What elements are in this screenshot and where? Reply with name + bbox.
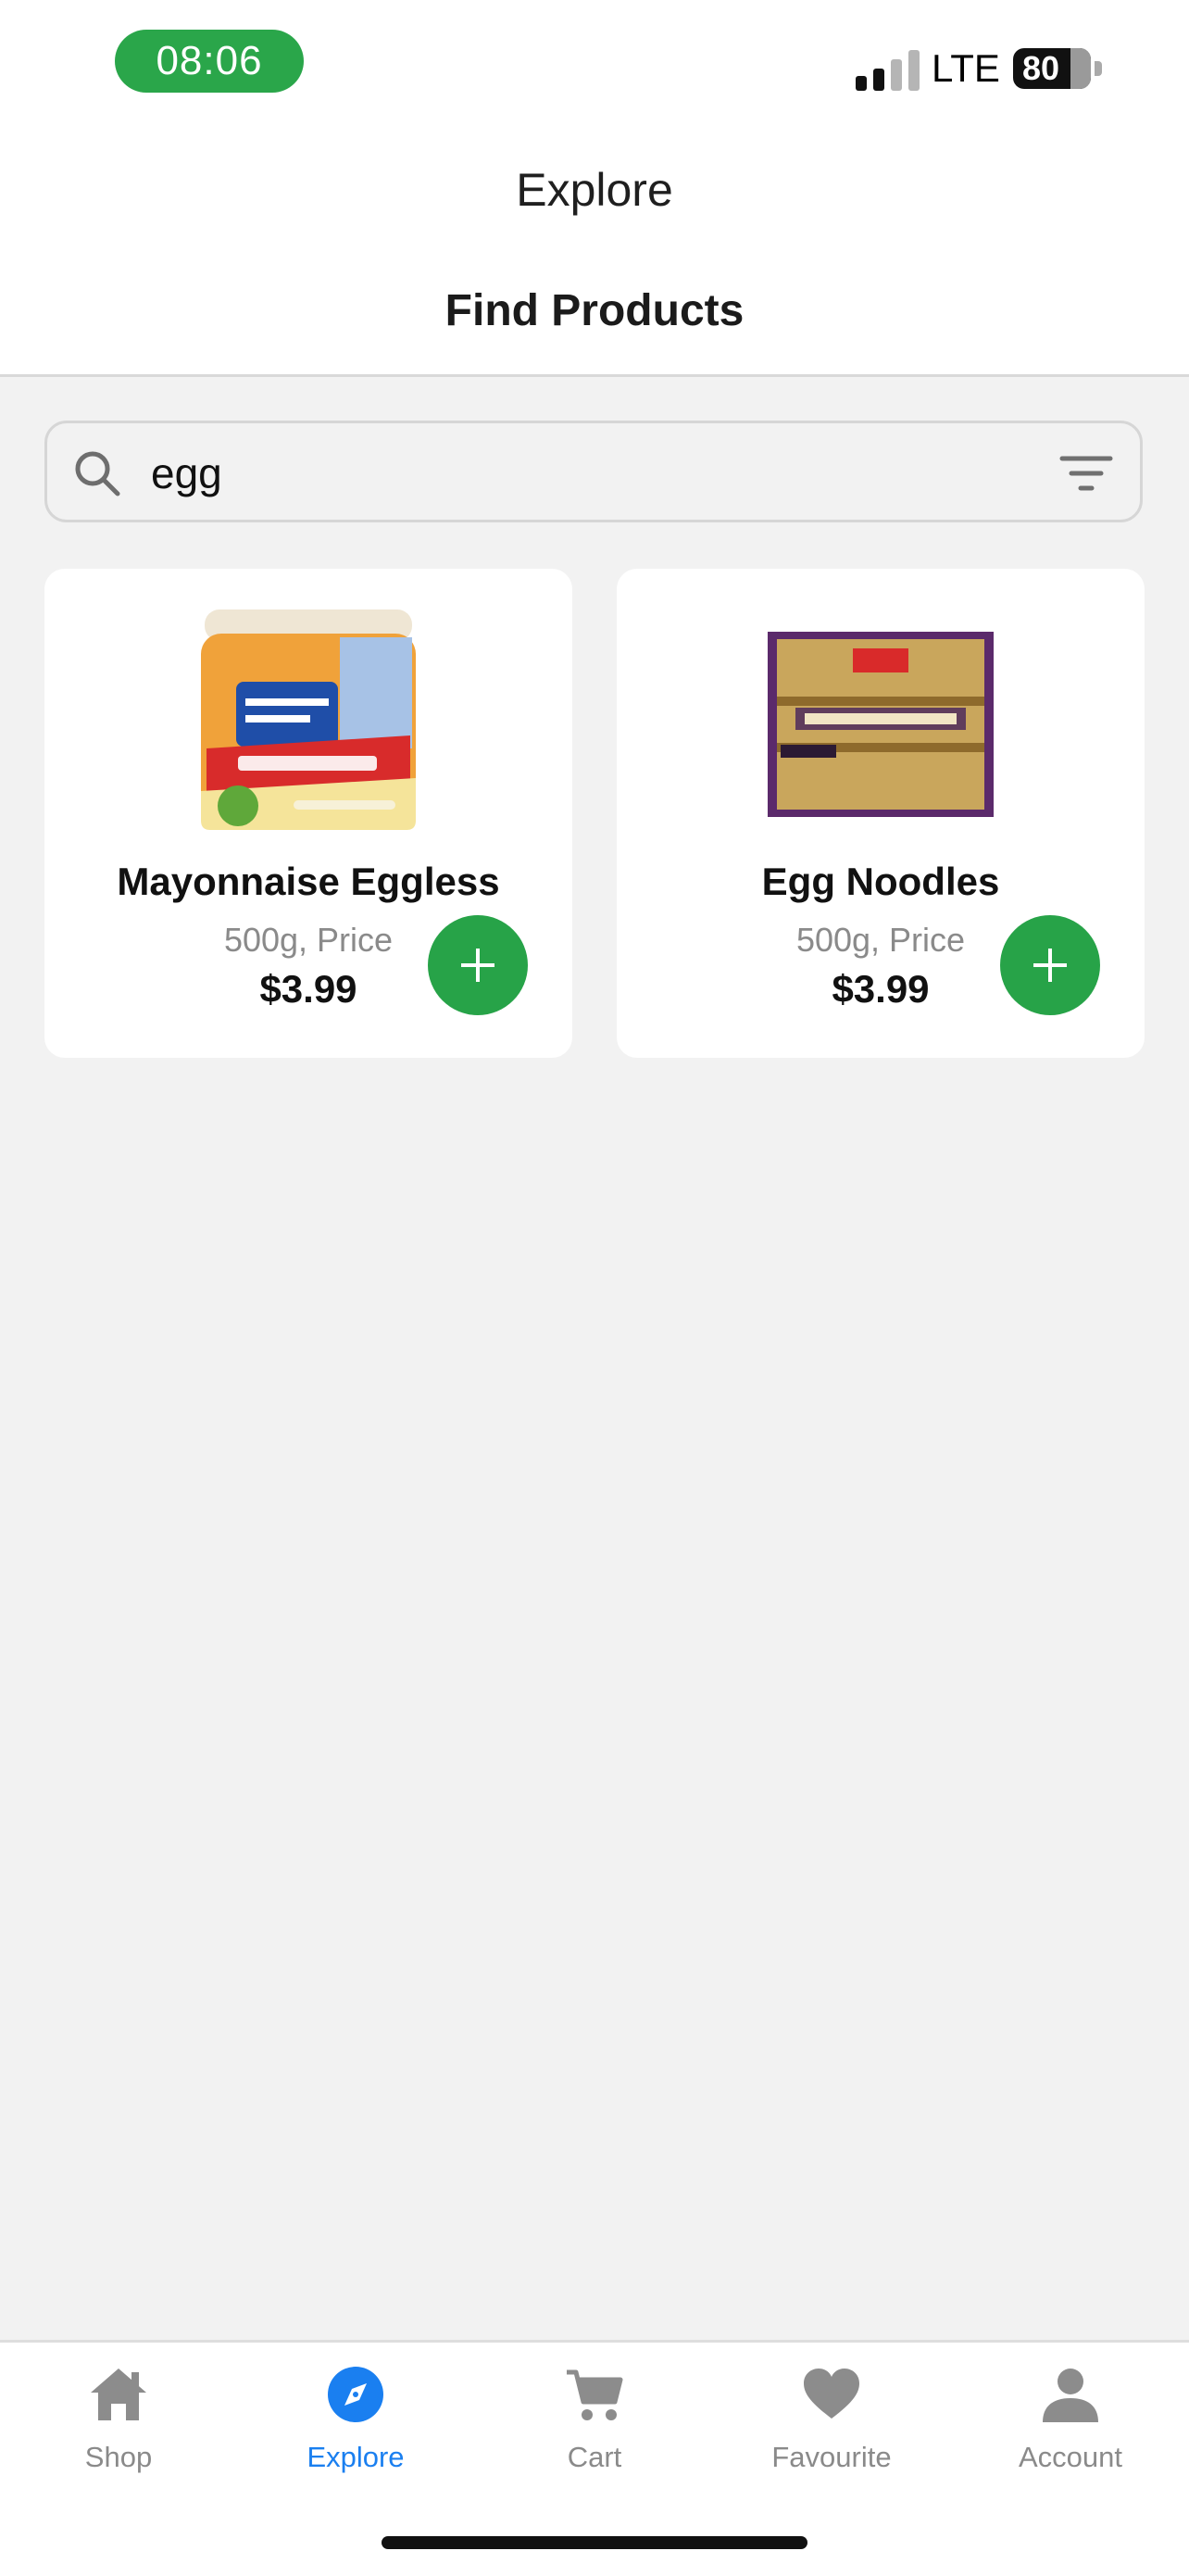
home-icon [91,2369,146,2420]
tab-cart[interactable]: Cart [476,2343,713,2491]
search-bar[interactable] [44,421,1143,522]
battery-cap [1095,61,1102,76]
add-to-cart-button[interactable] [1000,915,1100,1015]
cart-icon [567,2369,623,2420]
tab-favourite[interactable]: Favourite [713,2343,950,2491]
search-input[interactable] [149,440,986,507]
person-icon [1043,2369,1098,2422]
mayonnaise-jar-image [201,609,416,830]
battery-empty-segment [1070,48,1091,89]
tab-label: Cart [567,2441,622,2473]
heart-icon [804,2369,859,2419]
signal-icon [856,50,920,91]
battery-indicator: 80 [1013,48,1102,89]
battery-level: 80 [1022,49,1060,87]
filter-icon[interactable] [1058,453,1114,494]
home-indicator [382,2536,807,2549]
tab-account[interactable]: Account [952,2343,1189,2491]
egg-noodles-pack-image [768,632,994,817]
section-title: Find Products [444,286,745,335]
tab-label: Favourite [771,2441,892,2473]
product-name: Egg Noodles [761,860,1000,903]
plus-icon [1033,949,1067,982]
status-time: 08:06 [115,30,304,93]
compass-icon [328,2367,383,2422]
product-card[interactable]: Mayonnaise Eggless 500g, Price $3.99 [44,569,572,1058]
plus-icon [461,949,494,982]
search-icon [75,451,120,496]
product-card[interactable]: Egg Noodles 500g, Price $3.99 [617,569,1145,1058]
tab-label: Shop [84,2441,153,2473]
tab-label: Explore [307,2441,405,2473]
product-name: Mayonnaise Eggless [117,860,500,903]
tab-label: Account [1018,2441,1122,2473]
tab-shop[interactable]: Shop [0,2343,237,2491]
add-to-cart-button[interactable] [428,915,528,1015]
tab-explore[interactable]: Explore [237,2343,474,2491]
network-label: LTE [932,46,1000,90]
page-title: Explore [516,164,673,216]
